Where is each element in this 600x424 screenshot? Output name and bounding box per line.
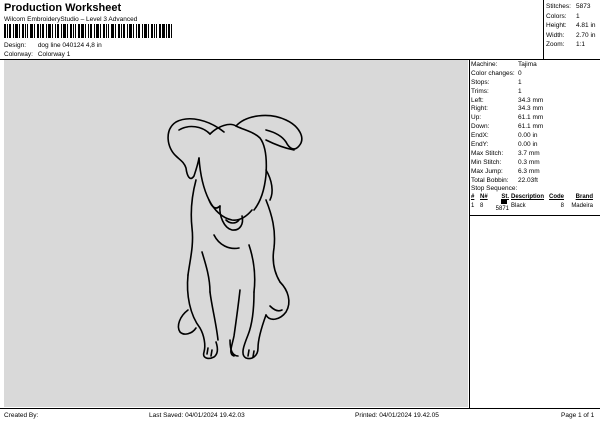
stat-row-stitches: Stitches: 5873 — [546, 3, 591, 10]
stats-divider — [543, 0, 544, 59]
worksheet-title: Production Worksheet — [4, 2, 122, 14]
info-row-min-stitch: Min Stitch: 0.3 mm — [471, 158, 540, 166]
stat-row-colors: Colors: 1 — [546, 12, 580, 20]
panel-divider — [469, 59, 470, 408]
stop-sequence-title: Stop Sequence: — [471, 185, 518, 193]
colorway-row: Colorway: Colorway 1 — [4, 51, 70, 58]
info-row-total-bobbin: Total Bobbin: 22.03ft — [471, 176, 538, 184]
stat-row-zoom: Zoom: 1:1 — [546, 41, 586, 48]
info-row-down: Down: 61.1 mm — [471, 123, 544, 131]
page-number: Page 1 of 1 — [561, 412, 595, 419]
dog-embroidery-drawing — [167, 114, 303, 360]
sequence-divider — [470, 215, 600, 216]
info-row-max-stitch: Max Stitch: 3.7 mm — [471, 149, 540, 157]
table-row: 1 8 5871 Black 8 Madeira — [471, 199, 599, 212]
stat-row-height: Height: 4.81 in — [546, 22, 596, 29]
info-row-endy: EndY: 0.00 in — [471, 140, 538, 148]
info-row-color-changes: Color changes: 0 — [471, 69, 522, 77]
info-row-left: Left: 34.3 mm — [471, 96, 544, 104]
design-value: dog line 040124 4,8 in — [37, 42, 102, 49]
design-label: Design: — [4, 42, 27, 49]
info-row-stops: Stops: 1 — [471, 78, 522, 86]
design-name-row: Design: dog line 040124 4,8 in — [4, 42, 102, 49]
info-row-right: Right: 34.3 mm — [471, 105, 544, 113]
colorway-label: Colorway: — [4, 51, 33, 58]
design-preview — [4, 60, 468, 407]
stat-row-width: Width: 2.70 in — [546, 31, 596, 39]
machine-info-panel: Machine: Tajima Color changes: 0 Stops: 1 T… — [471, 60, 599, 213]
created-by: Created By: — [4, 412, 39, 419]
printed-date: Printed: 04/01/2024 19.42.05 — [355, 412, 439, 419]
software-subtitle: Wilcom EmbroideryStudio – Level 3 Advanc… — [4, 16, 138, 23]
info-row-endx: EndX: 0.00 in — [471, 132, 538, 140]
info-row-max-jump: Max Jump: 6.3 mm — [471, 167, 540, 175]
info-row-machine: Machine: Tajima — [471, 60, 537, 68]
last-saved: Last Saved: 04/01/2024 19.42.03 — [149, 412, 245, 419]
stitch-count-cell: 5871 — [490, 199, 509, 212]
footer-divider — [0, 408, 600, 409]
info-row-trims: Trims: 1 — [471, 87, 522, 95]
thread-color-swatch — [501, 199, 507, 205]
barcode-image — [4, 24, 172, 38]
stats-panel: Stitches: 5873 Colors: 1 Height: 4.81 in Wi… — [546, 3, 600, 51]
info-row-up: Up: 61.1 mm — [471, 114, 544, 122]
colorway-value: Colorway 1 — [37, 51, 71, 58]
